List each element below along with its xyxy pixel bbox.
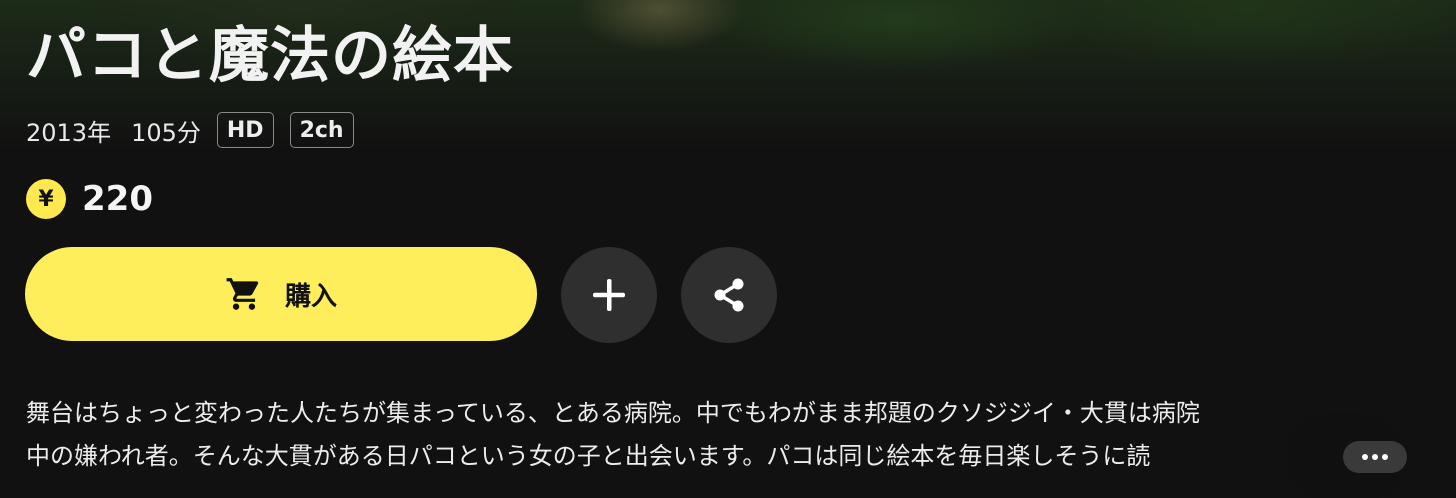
page-title: パコと魔法の絵本 [26,21,514,91]
synopsis-line: 中の嫌われ者。そんな大貫がある日パコという女の子と出会います。パコは同じ絵本を毎… [26,442,1151,470]
price: ¥ 220 [26,176,153,222]
cart-icon [226,278,259,310]
ellipsis-icon [1362,454,1388,460]
share-icon [714,278,744,312]
buy-button[interactable]: 購入 [25,247,537,341]
add-to-list-button[interactable] [561,247,657,343]
content-detail-page: パコと魔法の絵本 2013年 105分 HD 2ch ¥ 220 購入 舞台はち… [0,0,1456,498]
yen-coin-icon: ¥ [26,179,66,219]
synopsis-line: 舞台はちょっと変わった人たちが集まっている、とある病院。中でもわがまま邦題のクソ… [26,399,1200,427]
synopsis-text: 舞台はちょっと変わった人たちが集まっている、とある病院。中でもわがまま邦題のクソ… [26,392,1406,478]
detail-content: パコと魔法の絵本 2013年 105分 HD 2ch ¥ 220 購入 舞台はち… [0,0,1456,498]
read-more-button[interactable] [1343,441,1407,473]
release-year: 2013年 [26,118,112,147]
plus-icon [593,279,625,311]
audio-channel-badge: 2ch [289,112,354,148]
price-value: 220 [82,179,153,219]
share-button[interactable] [681,247,777,343]
hd-badge: HD [216,112,274,148]
buy-button-label: 購入 [284,281,337,312]
duration: 105分 [131,118,201,147]
meta-info: 2013年 105分 HD 2ch [26,110,370,150]
